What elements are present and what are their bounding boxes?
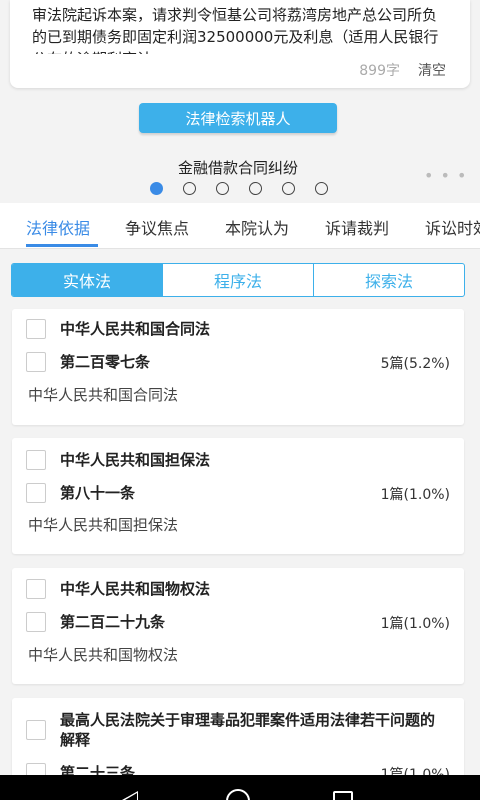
law-card: 中华人民共和国合同法 第二百零七条 5篇(5.2%) 中华人民共和国合同法: [12, 309, 464, 425]
article-checkbox[interactable]: [26, 482, 46, 503]
active-tab-indicator: [26, 244, 98, 247]
clear-button[interactable]: 清空: [418, 60, 446, 80]
segment-exploratory-law[interactable]: 探索法: [314, 264, 464, 296]
carousel-dot[interactable]: [150, 182, 163, 195]
article-checkbox[interactable]: [26, 351, 46, 372]
law-title: 中华人民共和国合同法: [60, 320, 211, 338]
law-checkbox[interactable]: [26, 579, 46, 599]
tab-legal-basis[interactable]: 法律依据: [26, 215, 90, 239]
law-source: 中华人民共和国物权法: [28, 646, 179, 664]
back-triangle-inner: [125, 793, 137, 800]
carousel-dot[interactable]: [216, 182, 229, 195]
law-title: 最高人民法院关于审理毒品犯罪案件适用法律若干问题的解释: [60, 711, 436, 749]
law-source: 中华人民共和国合同法: [28, 386, 179, 404]
carousel-dot[interactable]: [282, 182, 295, 195]
article-stat: 5篇(5.2%): [380, 356, 450, 372]
law-card: 中华人民共和国物权法 第二百二十九条 1篇(1.0%) 中华人民共和国物权法: [12, 568, 464, 684]
carousel-dot[interactable]: [183, 182, 196, 195]
legal-search-robot-button[interactable]: 法律检索机器人: [139, 103, 337, 133]
carousel-dot[interactable]: [249, 182, 262, 195]
carousel-dot[interactable]: [315, 182, 328, 195]
article-number[interactable]: 第八十一条: [60, 482, 135, 503]
carousel-title: 金融借款合同纠纷: [177, 159, 298, 177]
law-card: 中华人民共和国担保法 第八十一条 1篇(1.0%) 中华人民共和国担保法: [12, 438, 464, 554]
tab-bar: 法律依据 争议焦点 本院认为 诉请裁判 诉讼时效: [0, 203, 480, 249]
article-number[interactable]: 第二百二十九条: [60, 611, 165, 632]
law-checkbox[interactable]: [26, 720, 46, 740]
tab-court-opinion[interactable]: 本院认为: [225, 215, 289, 239]
tab-claims-judgment[interactable]: 诉请裁判: [325, 215, 389, 239]
article-stat: 1篇(1.0%): [380, 487, 450, 503]
law-type-segment: 实体法 程序法 探索法: [11, 263, 465, 297]
law-source: 中华人民共和国担保法: [28, 516, 179, 534]
law-checkbox[interactable]: [26, 319, 46, 339]
segment-procedural-law[interactable]: 程序法: [163, 264, 314, 296]
recent-square-icon[interactable]: [333, 791, 353, 800]
carousel-dots[interactable]: [150, 182, 328, 195]
case-text-card[interactable]: 审法院起诉本案，请求判令恒基公司将荔湾房地产总公司所负的已到期债务即固定利润32…: [10, 0, 470, 88]
law-checkbox[interactable]: [26, 450, 46, 470]
tab-dispute-focus[interactable]: 争议焦点: [125, 215, 189, 239]
more-icon[interactable]: • • •: [424, 166, 467, 185]
article-number[interactable]: 第二百零七条: [60, 351, 150, 372]
case-text[interactable]: 审法院起诉本案，请求判令恒基公司将荔湾房地产总公司所负的已到期债务即固定利润32…: [32, 4, 450, 54]
article-stat: 1篇(1.0%): [380, 616, 450, 632]
segment-substantive-law[interactable]: 实体法: [12, 264, 163, 296]
article-checkbox[interactable]: [26, 611, 46, 632]
law-title: 中华人民共和国担保法: [60, 451, 211, 469]
char-count: 899字: [359, 63, 400, 79]
law-title: 中华人民共和国物权法: [60, 580, 211, 598]
tab-limitation[interactable]: 诉讼时效: [425, 215, 480, 239]
